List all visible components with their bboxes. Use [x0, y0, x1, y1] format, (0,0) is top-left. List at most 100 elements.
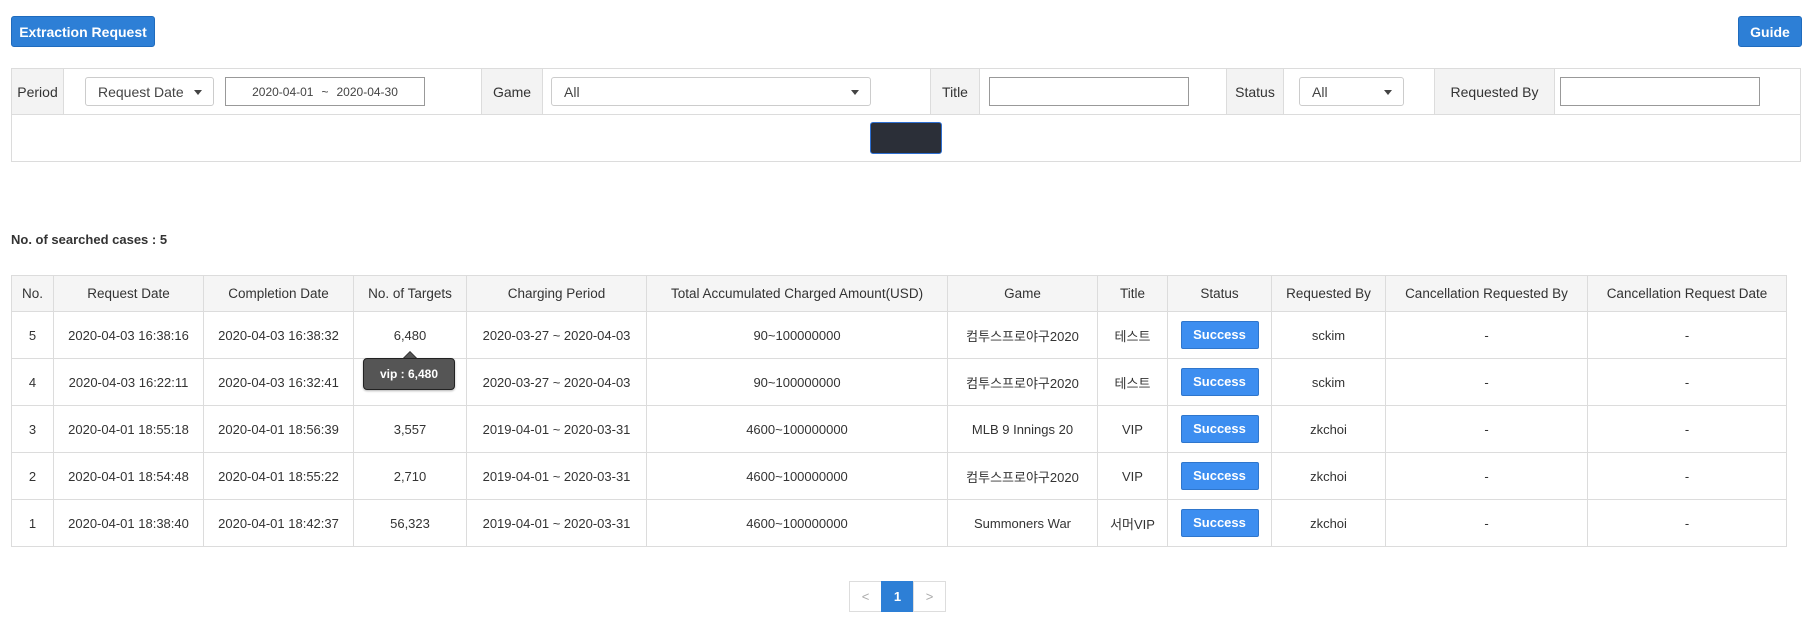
cell-amount: 90~100000000 — [646, 311, 948, 359]
cell-game: Summoners War — [947, 499, 1098, 547]
cell-cancel-by: - — [1385, 452, 1588, 500]
cell-no: 1 — [11, 499, 54, 547]
date-separator: ~ — [321, 84, 329, 99]
page-button-current[interactable]: 1 — [881, 581, 914, 612]
period-type-value: Request Date — [98, 83, 184, 100]
cell-charging-period: 2020-03-27 ~ 2020-04-03 — [466, 358, 647, 406]
header-status[interactable]: Status — [1167, 275, 1272, 312]
cell-no: 5 — [11, 311, 54, 359]
cell-cancel-by: - — [1385, 358, 1588, 406]
table-row[interactable]: 1 2020-04-01 18:38:40 2020-04-01 18:42:3… — [11, 499, 1787, 547]
cell-status: Success — [1167, 358, 1272, 406]
cell-cancel-date: - — [1587, 311, 1787, 359]
cell-requested-by: zkchoi — [1271, 499, 1386, 547]
cell-amount: 4600~100000000 — [646, 452, 948, 500]
header-request-date[interactable]: Request Date — [53, 275, 204, 312]
title-input[interactable] — [989, 77, 1189, 106]
header-cancel-date[interactable]: Cancellation Request Date — [1587, 275, 1787, 312]
period-label: Period — [12, 69, 64, 114]
cell-cancel-by: - — [1385, 311, 1588, 359]
header-targets[interactable]: No. of Targets — [353, 275, 467, 312]
status-button[interactable]: Success — [1180, 321, 1259, 349]
cell-game: 컴투스프로야구2020 — [947, 311, 1098, 359]
header-amount[interactable]: Total Accumulated Charged Amount(USD) — [646, 275, 948, 312]
requested-by-input[interactable] — [1560, 77, 1760, 106]
header-requested-by[interactable]: Requested By — [1271, 275, 1386, 312]
cell-cancel-date: - — [1587, 499, 1787, 547]
cell-request-date: 2020-04-01 18:38:40 — [53, 499, 204, 547]
status-button[interactable]: Success — [1180, 415, 1259, 443]
table-row[interactable]: 4 2020-04-03 16:22:11 2020-04-03 16:32:4… — [11, 358, 1787, 406]
chevron-down-icon — [1384, 90, 1392, 95]
cell-targets[interactable]: 56,323 — [353, 499, 467, 547]
status-select-value: All — [1312, 83, 1328, 100]
requested-by-label: Requested By — [1434, 69, 1555, 114]
date-range-input[interactable]: 2020-04-01 ~ 2020-04-30 — [225, 77, 425, 106]
extraction-request-button[interactable]: Extraction Request — [11, 16, 155, 47]
status-button[interactable]: Success — [1180, 368, 1259, 396]
cell-requested-by: zkchoi — [1271, 405, 1386, 453]
period-type-select[interactable]: Request Date — [85, 77, 214, 106]
cell-completion-date: 2020-04-03 16:32:41 — [203, 358, 354, 406]
cell-charging-period: 2019-04-01 ~ 2020-03-31 — [466, 499, 647, 547]
cell-status: Success — [1167, 452, 1272, 500]
cell-completion-date: 2020-04-01 18:42:37 — [203, 499, 354, 547]
cell-completion-date: 2020-04-01 18:56:39 — [203, 405, 354, 453]
cell-status: Success — [1167, 311, 1272, 359]
table-row[interactable]: 5 2020-04-03 16:38:16 2020-04-03 16:38:3… — [11, 311, 1787, 359]
cell-request-date: 2020-04-03 16:38:16 — [53, 311, 204, 359]
cell-completion-date: 2020-04-01 18:55:22 — [203, 452, 354, 500]
cell-game: 컴투스프로야구2020 — [947, 358, 1098, 406]
table-row[interactable]: 2 2020-04-01 18:54:48 2020-04-01 18:55:2… — [11, 452, 1787, 500]
cell-amount: 4600~100000000 — [646, 405, 948, 453]
cell-completion-date: 2020-04-03 16:38:32 — [203, 311, 354, 359]
table-header-row: No. Request Date Completion Date No. of … — [11, 275, 1787, 312]
prev-page-button[interactable]: < — [849, 581, 882, 612]
cell-game: MLB 9 Innings 20 — [947, 405, 1098, 453]
header-completion-date[interactable]: Completion Date — [203, 275, 354, 312]
header-game[interactable]: Game — [947, 275, 1098, 312]
cell-no: 2 — [11, 452, 54, 500]
cell-title: VIP — [1097, 405, 1168, 453]
cell-cancel-date: - — [1587, 452, 1787, 500]
cell-title: VIP — [1097, 452, 1168, 500]
header-no[interactable]: No. — [11, 275, 54, 312]
searched-count: No. of searched cases : 5 — [11, 232, 168, 247]
guide-button[interactable]: Guide — [1738, 16, 1802, 47]
cell-targets[interactable]: 3,557 — [353, 405, 467, 453]
cell-status: Success — [1167, 405, 1272, 453]
cell-request-date: 2020-04-03 16:22:11 — [53, 358, 204, 406]
cell-requested-by: sckim — [1271, 311, 1386, 359]
search-button[interactable] — [870, 122, 942, 154]
cell-cancel-by: - — [1385, 499, 1588, 547]
next-page-button[interactable]: > — [913, 581, 946, 612]
cell-title: 테스트 — [1097, 311, 1168, 359]
status-button[interactable]: Success — [1180, 462, 1259, 490]
cell-requested-by: zkchoi — [1271, 452, 1386, 500]
title-label: Title — [930, 69, 980, 114]
cell-targets[interactable]: 2,710 — [353, 452, 467, 500]
cell-status: Success — [1167, 499, 1272, 547]
cell-request-date: 2020-04-01 18:54:48 — [53, 452, 204, 500]
results-table: No. Request Date Completion Date No. of … — [11, 275, 1787, 547]
date-from: 2020-04-01 — [252, 84, 314, 99]
cell-requested-by: sckim — [1271, 358, 1386, 406]
status-button[interactable]: Success — [1180, 509, 1259, 537]
game-label: Game — [481, 69, 543, 114]
cell-charging-period: 2020-03-27 ~ 2020-04-03 — [466, 311, 647, 359]
cell-amount: 4600~100000000 — [646, 499, 948, 547]
cell-cancel-date: - — [1587, 405, 1787, 453]
cell-amount: 90~100000000 — [646, 358, 948, 406]
table-row[interactable]: 3 2020-04-01 18:55:18 2020-04-01 18:56:3… — [11, 405, 1787, 453]
status-select[interactable]: All — [1299, 77, 1404, 106]
status-label: Status — [1226, 69, 1284, 114]
header-title[interactable]: Title — [1097, 275, 1168, 312]
cell-charging-period: 2019-04-01 ~ 2020-03-31 — [466, 405, 647, 453]
game-select-value: All — [564, 83, 580, 100]
cell-game: 컴투스프로야구2020 — [947, 452, 1098, 500]
game-select[interactable]: All — [551, 77, 871, 106]
search-filter-panel: Period Request Date 2020-04-01 ~ 2020-04… — [11, 68, 1801, 162]
header-charging-period[interactable]: Charging Period — [466, 275, 647, 312]
header-cancel-by[interactable]: Cancellation Requested By — [1385, 275, 1588, 312]
chevron-down-icon — [851, 90, 859, 95]
